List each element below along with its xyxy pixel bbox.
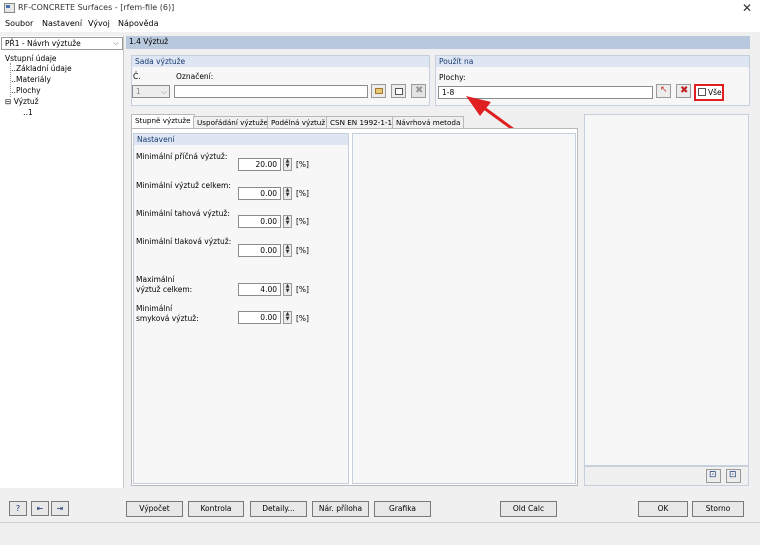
field-label: Minimální tlaková výztuž: [136, 237, 232, 246]
field-label: Minimální výztuž celkem: [136, 181, 231, 190]
min-tahova-input[interactable]: 0.00 [238, 215, 281, 228]
status-bar [0, 522, 760, 545]
spinner-icon[interactable]: ▲ ▼ [283, 244, 292, 257]
field-label: Minimální příčná výztuž: [136, 152, 228, 161]
preview-toolbar [584, 466, 749, 486]
unit-label: [%] [296, 246, 309, 255]
vypocet-button[interactable]: Výpočet [126, 501, 183, 517]
help-icon[interactable]: ? [9, 501, 27, 516]
spinner-icon[interactable]: ▲ ▼ [283, 187, 292, 200]
spinner-icon[interactable]: ▲ ▼ [283, 311, 292, 324]
field-label: výztuž celkem: [136, 285, 193, 294]
next-icon[interactable]: ⇥ [51, 501, 69, 516]
field-label: Minimální [136, 304, 173, 313]
min-celkem-input[interactable]: 0.00 [238, 187, 281, 200]
field-label: smyková výztuž: [136, 314, 199, 323]
settings-title: Nastavení [134, 134, 348, 145]
tab-csn[interactable]: CSN EN 1992-1-1 [326, 116, 397, 128]
narodni-priloha-button[interactable]: Nár. příloha [312, 501, 369, 517]
old-calc-button[interactable]: Old Calc [500, 501, 557, 517]
tab-podelna[interactable]: Podélná výztuž [267, 116, 330, 128]
preview-panel [584, 114, 749, 466]
unit-label: [%] [296, 285, 309, 294]
unit-label: [%] [296, 314, 309, 323]
spinner-icon[interactable]: ▲ ▼ [283, 215, 292, 228]
kontrola-button[interactable]: Kontrola [188, 501, 244, 517]
unit-label: [%] [296, 160, 309, 169]
unit-label: [%] [296, 217, 309, 226]
ok-button[interactable]: OK [638, 501, 688, 517]
previous-icon[interactable]: ⇤ [31, 501, 49, 516]
min-smykova-input[interactable]: 0.00 [238, 311, 281, 324]
unit-label: [%] [296, 189, 309, 198]
import-icon[interactable]: ⊡ [706, 469, 721, 483]
export-icon[interactable]: ⊡ [726, 469, 741, 483]
spinner-icon[interactable]: ▲ ▼ [283, 283, 292, 296]
tab-usporadani[interactable]: Uspořádání výztuže [193, 116, 272, 128]
field-label: Minimální tahová výztuž: [136, 209, 230, 218]
min-pricna-input[interactable]: 20.00 [238, 158, 281, 171]
spinner-icon[interactable]: ▲ ▼ [283, 158, 292, 171]
min-tlakova-input[interactable]: 0.00 [238, 244, 281, 257]
empty-panel [352, 133, 576, 484]
grafika-button[interactable]: Grafika [374, 501, 431, 517]
tab-stupne[interactable]: Stupně výztuže [131, 114, 195, 129]
detaily-button[interactable]: Detaily... [250, 501, 307, 517]
max-celkem-input[interactable]: 4.00 [238, 283, 281, 296]
storno-button[interactable]: Storno [692, 501, 744, 517]
field-label: Maximální [136, 275, 175, 284]
tab-navrhova[interactable]: Návrhová metoda [392, 116, 465, 128]
